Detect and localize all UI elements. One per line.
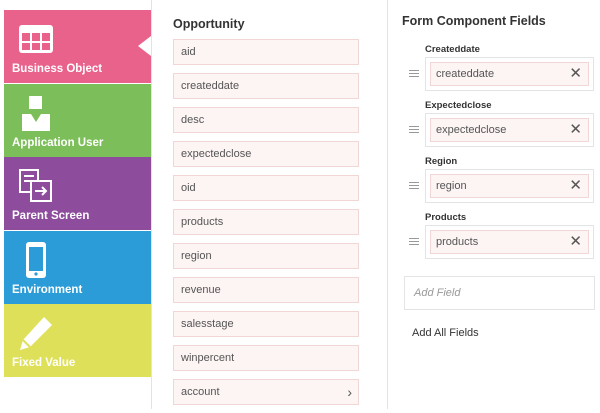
drag-handle-icon[interactable]: [409, 182, 419, 192]
mobile-device-icon: [26, 242, 46, 278]
add-field-input[interactable]: Add Field: [404, 276, 595, 310]
nav-application-user[interactable]: Application User: [4, 84, 151, 157]
user-icon: [22, 96, 50, 131]
form-field-label: Products: [425, 212, 467, 223]
form-field-value-text: products: [436, 236, 479, 248]
field-item-label: account: [181, 386, 220, 398]
source-nav: Business Object Application User Parent …: [0, 0, 151, 409]
field-item-account[interactable]: account ›: [173, 379, 359, 405]
form-field-box: region ✕: [425, 169, 594, 203]
form-field-box: expectedclose ✕: [425, 113, 594, 147]
field-item-salesstage[interactable]: salesstage: [173, 311, 359, 337]
add-all-fields-link[interactable]: Add All Fields: [412, 327, 479, 339]
column-divider: [387, 0, 388, 409]
form-field-value[interactable]: expectedclose ✕: [430, 118, 589, 142]
form-field-value[interactable]: createddate ✕: [430, 62, 589, 86]
nav-item-label: Fixed Value: [12, 357, 76, 369]
field-item-expectedclose[interactable]: expectedclose: [173, 141, 359, 167]
form-field-label: Region: [425, 156, 458, 167]
table-icon: [19, 25, 53, 53]
field-item-winpercent[interactable]: winpercent: [173, 345, 359, 371]
form-field-value-text: createddate: [436, 68, 495, 80]
chevron-right-icon: ›: [347, 384, 352, 400]
form-field-value[interactable]: products ✕: [430, 230, 589, 254]
field-item-products[interactable]: products: [173, 209, 359, 235]
opportunity-field-list: aid createddate desc expectedclose oid p…: [173, 39, 359, 413]
remove-field-icon[interactable]: ✕: [569, 120, 582, 140]
form-field-label: Createddate: [425, 44, 480, 55]
nav-fixed-value[interactable]: Fixed Value: [4, 304, 151, 377]
opportunity-title: Opportunity: [173, 17, 245, 31]
form-field-products: Products products ✕: [409, 212, 595, 268]
selected-pointer: [138, 36, 151, 56]
screens-icon: [19, 169, 52, 202]
form-field-box: createddate ✕: [425, 57, 594, 91]
form-field-region: Region region ✕: [409, 156, 595, 212]
nav-item-label: Environment: [12, 284, 83, 296]
nav-business-object[interactable]: Business Object: [4, 10, 151, 83]
nav-item-label: Business Object: [12, 63, 103, 75]
nav-parent-screen[interactable]: Parent Screen: [4, 157, 151, 230]
form-field-value-text: expectedclose: [436, 124, 507, 136]
form-field-list: Createddate createddate ✕ Expectedclose …: [409, 44, 595, 268]
field-item-createddate[interactable]: createddate: [173, 73, 359, 99]
form-field-createddate: Createddate createddate ✕: [409, 44, 595, 100]
remove-field-icon[interactable]: ✕: [569, 64, 582, 84]
field-item-desc[interactable]: desc: [173, 107, 359, 133]
form-field-expectedclose: Expectedclose expectedclose ✕: [409, 100, 595, 156]
remove-field-icon[interactable]: ✕: [569, 176, 582, 196]
form-field-value-text: region: [436, 180, 467, 192]
nav-item-label: Application User: [12, 137, 104, 149]
remove-field-icon[interactable]: ✕: [569, 232, 582, 252]
form-field-label: Expectedclose: [425, 100, 492, 111]
nav-environment[interactable]: Environment: [4, 231, 151, 304]
field-item-oid[interactable]: oid: [173, 175, 359, 201]
drag-handle-icon[interactable]: [409, 238, 419, 248]
form-field-value[interactable]: region ✕: [430, 174, 589, 198]
form-field-box: products ✕: [425, 225, 594, 259]
column-divider: [151, 0, 152, 409]
field-item-revenue[interactable]: revenue: [173, 277, 359, 303]
form-fields-title: Form Component Fields: [402, 14, 546, 28]
drag-handle-icon[interactable]: [409, 126, 419, 136]
drag-handle-icon[interactable]: [409, 70, 419, 80]
field-item-region[interactable]: region: [173, 243, 359, 269]
pencil-icon: [20, 317, 52, 350]
field-item-aid[interactable]: aid: [173, 39, 359, 65]
nav-item-label: Parent Screen: [12, 210, 90, 222]
